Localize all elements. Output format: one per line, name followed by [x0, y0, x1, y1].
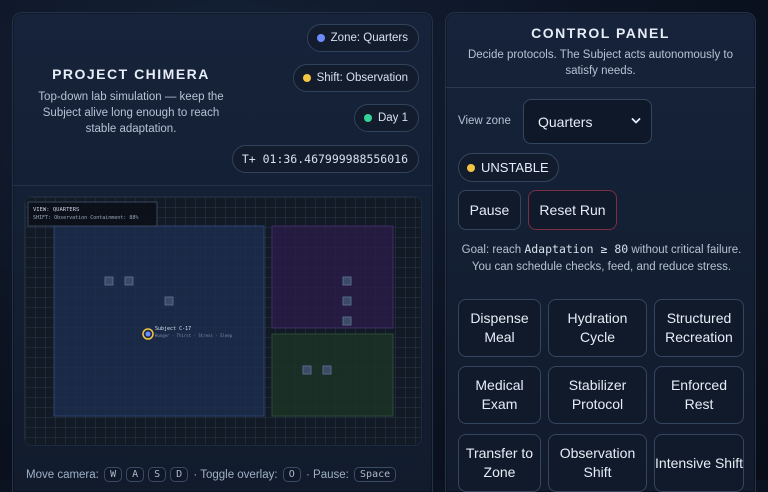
chevron-down-icon — [631, 118, 641, 124]
furniture-block — [342, 276, 352, 286]
zone-dot-icon — [316, 34, 325, 42]
shift-chip-label: Shift: Observation — [316, 72, 408, 84]
goal-prefix: Goal: reach — [461, 244, 522, 256]
dispense-meal-button[interactable]: Dispense Meal — [458, 299, 541, 357]
day-chip: Day 1 — [353, 104, 419, 132]
hydration-cycle-button[interactable]: Hydration Cycle — [548, 299, 647, 357]
title-block: PROJECT CHIMERA Top-down lab simulation … — [27, 66, 235, 137]
hint-pause-label: · Pause: — [306, 468, 349, 481]
view-zone-value: Quarters — [538, 113, 593, 130]
control-panel-header: CONTROL PANEL Decide protocols. The Subj… — [446, 13, 755, 88]
stabilizer-protocol-button[interactable]: Stabilizer Protocol — [548, 366, 647, 424]
room-garden — [271, 333, 394, 417]
furniture-block — [164, 296, 174, 306]
furniture-block — [302, 365, 312, 375]
hud-line-2: SHIFT: Observation Containment: 88% — [33, 215, 138, 221]
status-dot-icon — [467, 163, 475, 172]
subject-label: Subject C-17 — [155, 326, 191, 332]
medical-exam-button[interactable]: Medical Exam — [458, 366, 541, 424]
zone-chip-label: Zone: Quarters — [330, 32, 408, 44]
hud-overlay — [27, 201, 158, 227]
hint-move-label: Move camera: — [26, 468, 99, 481]
lab-map[interactable]: VIEW: QUARTERS SHIFT: Observation Contai… — [24, 196, 422, 446]
view-zone-label: View zone — [458, 115, 511, 127]
control-panel-title: CONTROL PANEL — [531, 25, 670, 41]
room-quarters — [53, 225, 265, 417]
control-panel: CONTROL PANEL Decide protocols. The Subj… — [445, 12, 756, 492]
observation-shift-button[interactable]: Observation Shift — [548, 434, 647, 492]
room-lab — [271, 225, 394, 329]
hint-overlay-label: · Toggle overlay: — [193, 468, 278, 481]
day-chip-label: Day 1 — [377, 112, 408, 124]
shift-dot-icon — [302, 74, 311, 82]
page-title: PROJECT CHIMERA — [52, 66, 210, 82]
goal-metric: Adaptation ≥ 80 — [524, 242, 629, 256]
furniture-block — [342, 316, 352, 326]
pause-button[interactable]: Pause — [458, 190, 521, 230]
sim-header: PROJECT CHIMERA Top-down lab simulation … — [13, 13, 432, 186]
hud-line-1: VIEW: QUARTERS — [33, 207, 79, 213]
status-badge: UNSTABLE — [458, 153, 559, 182]
view-zone-select[interactable]: Quarters — [523, 99, 652, 144]
day-dot-icon — [363, 114, 372, 122]
intensive-shift-button[interactable]: Intensive Shift — [654, 434, 744, 492]
shift-chip: Shift: Observation — [292, 64, 419, 92]
page-subtitle: Top-down lab simulation — keep the Subje… — [38, 91, 224, 135]
reset-run-button[interactable]: Reset Run — [528, 190, 617, 230]
transfer-to-zone-button[interactable]: Transfer to Zone — [458, 434, 541, 492]
lab-map-canvas[interactable]: VIEW: QUARTERS SHIFT: Observation Contai… — [25, 197, 422, 446]
control-panel-subtitle: Decide protocols. The Subject acts auton… — [467, 49, 734, 77]
furniture-block — [104, 276, 114, 286]
goal-text: Goal: reach Adaptation ≥ 80 without crit… — [456, 241, 747, 275]
subject-core-icon[interactable] — [145, 331, 151, 337]
status-label: UNSTABLE — [481, 160, 549, 175]
furniture-block — [124, 276, 134, 286]
timer-label: T+ 01:36.467999988556016 — [241, 152, 408, 166]
timer-chip: T+ 01:36.467999988556016 — [231, 145, 419, 173]
zone-chip: Zone: Quarters — [306, 24, 419, 52]
structured-recreation-button[interactable]: Structured Recreation — [654, 299, 744, 357]
sim-panel: PROJECT CHIMERA Top-down lab simulation … — [12, 12, 433, 492]
enforced-rest-button[interactable]: Enforced Rest — [654, 366, 744, 424]
subject-sublabel: Hunger · Thirst · Stress · Sleep — [155, 333, 233, 338]
furniture-block — [342, 296, 352, 306]
furniture-block — [322, 365, 332, 375]
